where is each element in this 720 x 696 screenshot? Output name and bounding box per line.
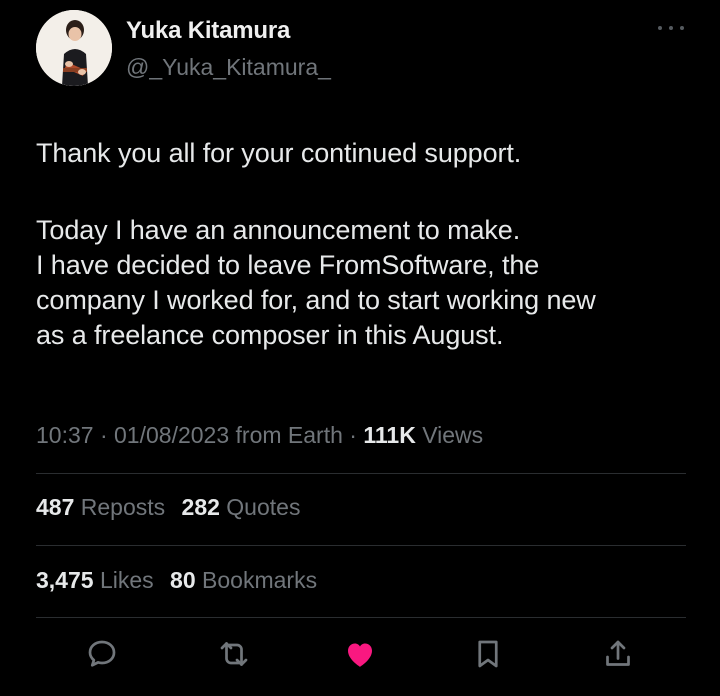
- tweet-header: Yuka Kitamura @_Yuka_Kitamura_: [36, 10, 686, 88]
- bookmark-icon[interactable]: [470, 636, 506, 672]
- more-options-icon[interactable]: [656, 20, 686, 30]
- reposts-label: Reposts: [80, 494, 166, 520]
- bookmarks-stat[interactable]: 80 Bookmarks: [170, 567, 317, 593]
- quotes-label: Quotes: [226, 494, 301, 520]
- like-bookmark-stats: 3,475 Likes 80 Bookmarks: [36, 567, 327, 594]
- tweet-line: Today I have an announcement to make.: [36, 215, 521, 245]
- tweet-text: Thank you all for your continued support…: [36, 136, 696, 353]
- tweet-date[interactable]: 01/08/2023: [114, 422, 229, 448]
- divider: [36, 617, 686, 618]
- reply-icon[interactable]: [84, 636, 120, 672]
- repost-icon[interactable]: [216, 636, 252, 672]
- reposts-count: 487: [36, 494, 75, 520]
- share-icon[interactable]: [600, 636, 636, 672]
- author-handle[interactable]: @_Yuka_Kitamura_: [126, 54, 331, 81]
- quotes-count: 282: [181, 494, 220, 520]
- likes-label: Likes: [99, 567, 154, 593]
- author-name[interactable]: Yuka Kitamura: [126, 17, 290, 45]
- reposts-stat[interactable]: 487 Reposts: [36, 494, 172, 520]
- views-label: Views: [422, 422, 484, 448]
- likes-count: 3,475: [36, 567, 94, 593]
- repost-quote-stats: 487 Reposts 282 Quotes: [36, 494, 310, 521]
- tweet-line: I have decided to leave FromSoftware, th…: [36, 250, 540, 280]
- tweet-meta: 10:37 · 01/08/2023 from Earth · 111K Vie…: [36, 422, 484, 448]
- tweet-source: from Earth: [235, 422, 343, 448]
- tweet-line: company I worked for, and to start worki…: [36, 285, 596, 315]
- divider: [36, 545, 686, 546]
- tweet-line: as a freelance composer in this August.: [36, 320, 504, 350]
- bookmarks-label: Bookmarks: [202, 567, 318, 593]
- likes-stat[interactable]: 3,475 Likes: [36, 567, 160, 593]
- tweet-line: Thank you all for your continued support…: [36, 138, 522, 168]
- avatar-image: [36, 10, 112, 86]
- tweet-time[interactable]: 10:37: [36, 422, 94, 448]
- views-count: 111K: [363, 422, 416, 448]
- quotes-stat[interactable]: 282 Quotes: [182, 494, 301, 520]
- avatar[interactable]: [36, 10, 112, 86]
- bookmarks-count: 80: [170, 567, 196, 593]
- action-bar: [72, 630, 648, 676]
- like-icon[interactable]: [342, 636, 378, 672]
- divider: [36, 473, 686, 474]
